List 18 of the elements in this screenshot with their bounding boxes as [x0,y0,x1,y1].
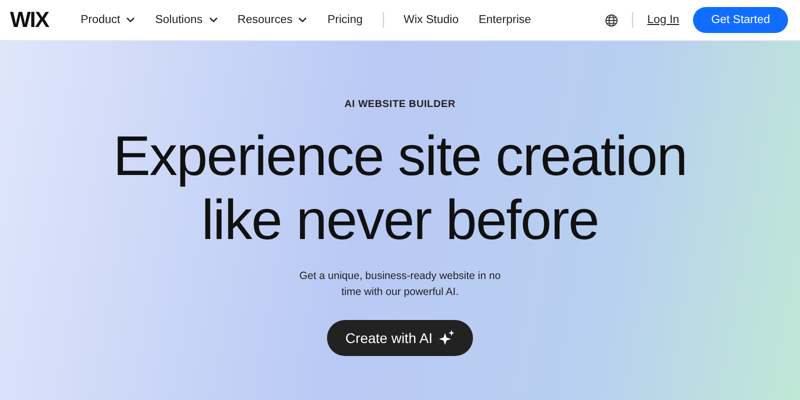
nav-menu[interactable]: Product [80,14,136,26]
subtext: Get a unique, business-ready website in no time with our powerful AI. [298,269,502,300]
globe-icon[interactable] [605,14,618,26]
nav-link[interactable]: Enterprise [478,14,532,26]
nav-menu[interactable]: Resources [238,14,308,26]
nav-menu[interactable]: Solutions [155,14,218,26]
logo[interactable]: WIX [10,7,49,33]
eyebrow-text: AI WEBSITE BUILDER [344,99,456,110]
nav-link[interactable]: Pricing [327,14,363,26]
chevron-icon [208,17,218,23]
chevron-icon [298,17,308,23]
chevron-icon [126,17,136,23]
login-link[interactable]: Log In [647,14,680,26]
create-with-ai-button[interactable]: Create with AI [327,320,473,356]
sparkle-icon [438,330,455,346]
headline: Experience site creation like never before [113,124,687,252]
nav-link[interactable]: Wix Studio [404,14,459,26]
get-started-button[interactable]: Get Started [693,7,788,33]
